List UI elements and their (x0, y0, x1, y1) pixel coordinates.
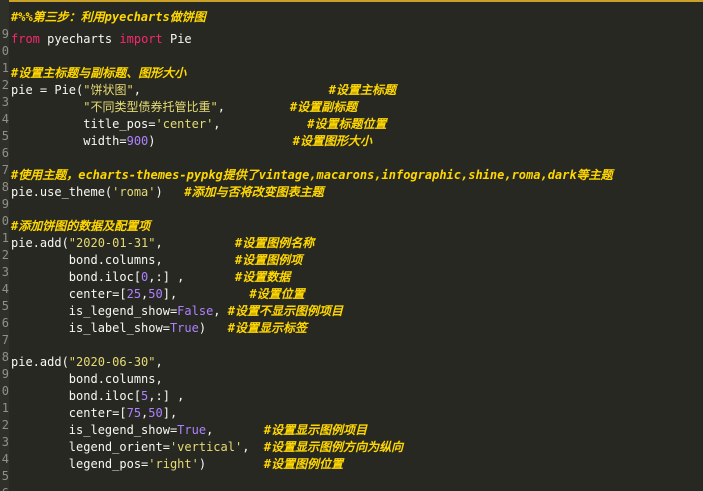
code-line[interactable]: 8 pie.use_theme('roma') #添加与否将改变图表主题 (0, 179, 703, 199)
code-line[interactable]: 1 #设置主标题与副标题、图形大小 (0, 60, 703, 80)
line-number: 5 (1, 469, 9, 483)
code-line[interactable]: 5 is_legend_show=False, #设置不显示图例项目 (0, 298, 703, 318)
code-editor[interactable]: #%%第三步：利用pyecharts做饼图 9 from pyecharts imp… (0, 0, 703, 491)
code-line[interactable]: #%%第三步：利用pyecharts做饼图 (0, 9, 703, 26)
line-number: 4 (1, 112, 9, 126)
line-number: 0 (1, 384, 9, 398)
code-line[interactable]: 4 legend_pos='right') #设置图例位置 (0, 451, 703, 471)
code-line[interactable]: 0 #添加饼图的数据及配置项 (0, 213, 703, 233)
line-number: 4 (1, 282, 9, 296)
line-number: 5 (1, 129, 9, 143)
line-number: 1 (1, 231, 9, 245)
code-line[interactable]: 0 (0, 43, 703, 60)
line-number: 6 (1, 316, 9, 330)
line-number: 9 (1, 27, 9, 41)
line-number: 9 (1, 367, 9, 381)
code-line[interactable]: 3 "不同类型债券托管比重", #设置副标题 (0, 94, 703, 114)
line-number: 9 (1, 197, 9, 211)
line-number: 8 (1, 180, 9, 194)
code-line[interactable]: 0 bond.iloc[5,:] , (0, 383, 703, 403)
code-line[interactable]: 6pie.render(r"C:/Users/apple/Desktop/西瓜财… (0, 485, 703, 491)
code-line[interactable]: 5 (0, 468, 703, 485)
code-line[interactable]: 6 is_label_show=True) #设置显示标签 (0, 315, 703, 335)
code-line[interactable]: 7 (0, 332, 703, 349)
code-line[interactable]: 2 bond.columns, #设置图例项 (0, 247, 703, 267)
code-line[interactable]: 3 bond.iloc[0,:] , #设置数据 (0, 264, 703, 284)
code-line[interactable]: 3 legend_orient='vertical', #设置显示图例方向为纵向 (0, 434, 703, 454)
code-line[interactable]: 7 #使用主题，echarts-themes-pypkg提供了vintage,ma… (0, 162, 703, 182)
code-line[interactable]: 4 title_pos='center', #设置标题位置 (0, 111, 703, 131)
line-number: 6 (1, 146, 9, 160)
line-number: 2 (1, 418, 9, 432)
line-number: 2 (1, 248, 9, 262)
line-number: 3 (1, 95, 9, 109)
line-number: 0 (1, 214, 9, 228)
line-number: 1 (1, 61, 9, 75)
code-line[interactable]: 4 center=[25,50], #设置位置 (0, 281, 703, 301)
code-line[interactable]: 5 width=900) #设置图形大小 (0, 128, 703, 148)
line-number: 8 (1, 350, 9, 364)
code-line[interactable]: 2 pie = Pie("饼状图", #设置主标题 (0, 77, 703, 97)
code-line[interactable]: 1 pie.add("2020-01-31", #设置图例名称 (0, 230, 703, 250)
line-number: 3 (1, 435, 9, 449)
line-number: 6 (0, 485, 9, 491)
code-line[interactable]: 9 from pyecharts import Pie (0, 26, 703, 46)
code-line[interactable]: 8 pie.add("2020-06-30", (0, 349, 703, 369)
line-number: 3 (1, 265, 9, 279)
code-line[interactable]: 9 bond.columns, (0, 366, 703, 386)
code-line[interactable]: 6 (0, 145, 703, 162)
line-number: 7 (1, 333, 9, 347)
code-line[interactable]: 1 center=[75,50], (0, 400, 703, 420)
line-number: 4 (1, 452, 9, 466)
line-number: 1 (1, 401, 9, 415)
code-line[interactable]: 2 is_legend_show=True, #设置显示图例项目 (0, 417, 703, 437)
code-text: #%%第三步：利用pyecharts做饼图 (9, 10, 206, 24)
line-number: 5 (1, 299, 9, 313)
line-number: 7 (1, 163, 9, 177)
line-number: 2 (1, 78, 9, 92)
line-number: 0 (1, 44, 9, 58)
editor-top-border (0, 0, 703, 2)
code-line[interactable]: 9 (0, 196, 703, 213)
code-comment: #%%第三步：利用pyecharts做饼图 (11, 10, 206, 24)
